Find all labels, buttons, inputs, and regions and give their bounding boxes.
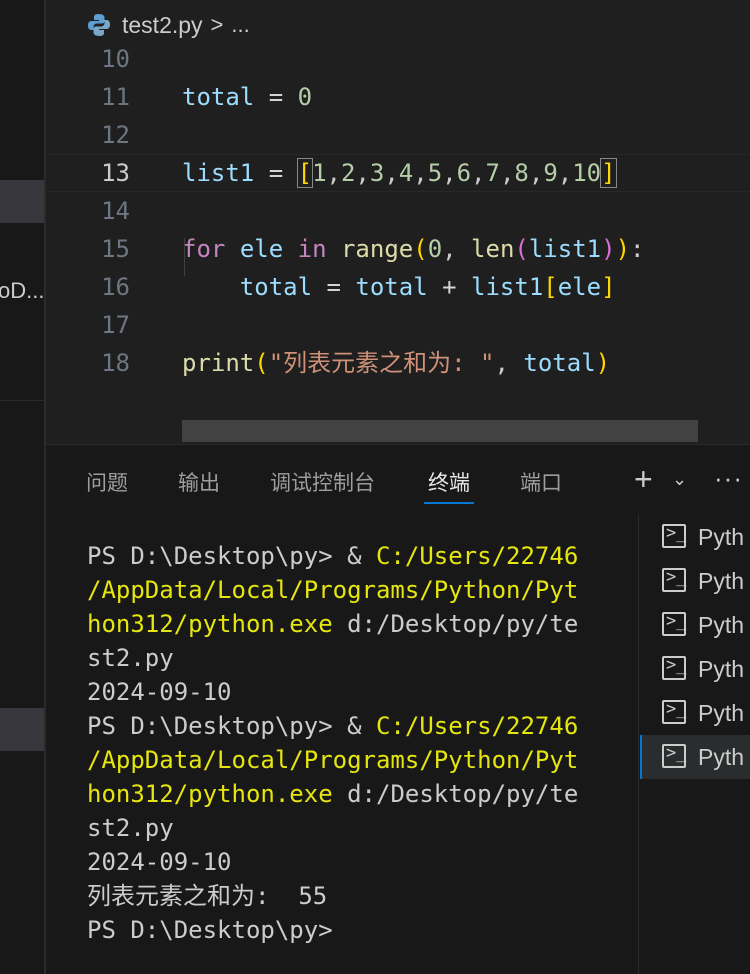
code-line-current[interactable]: 13 list1 = [1,2,3,4,5,6,7,8,9,10] (46, 154, 750, 192)
explorer-selected-item-2[interactable] (0, 708, 44, 751)
code-text: list1 = [1,2,3,4,5,6,7,8,9,10] (182, 158, 617, 188)
more-actions-icon[interactable]: ··· (714, 463, 743, 494)
terminal-line: 列表元素之和为: 55 (87, 882, 328, 910)
terminal-instance-label: Pyth (698, 612, 745, 638)
code-editor[interactable]: 10 11 total = 0 12 13 list1 = [1,2,3,4,5… (46, 44, 750, 444)
line-number: 16 (101, 273, 130, 301)
line-number: 17 (101, 311, 130, 339)
explorer-strip: oD... (0, 0, 44, 974)
python-file-icon (88, 14, 110, 36)
breadcrumb-separator: > (210, 12, 224, 37)
terminal-instance[interactable]: >_ Pyth (640, 603, 750, 647)
line-number: 14 (101, 197, 130, 225)
terminal-icon: >_ (662, 523, 686, 548)
tab-output[interactable]: 输出 (178, 467, 220, 497)
terminal-line: hon312/python.exe d:/Desktop/py/te (87, 610, 579, 638)
tab-terminal[interactable]: 终端 (428, 467, 470, 497)
line-number: 18 (101, 349, 130, 377)
code-line[interactable]: 10 (46, 40, 750, 78)
terminal-line: /AppData/Local/Programs/Python/Pyt (87, 746, 579, 774)
terminal-line: st2.py (87, 644, 174, 672)
terminal-icon: >_ (662, 743, 686, 768)
terminal-instance-active[interactable]: >_ Pyth (640, 735, 750, 779)
tab-problems[interactable]: 问题 (86, 467, 128, 497)
terminal-instance-label: Pyth (698, 568, 745, 594)
horizontal-scrollbar[interactable] (182, 420, 698, 442)
terminal-line: 2024-09-10 (87, 678, 232, 706)
terminal-icon: >_ (662, 699, 686, 724)
terminal-line: PS D:\Desktop\py> & C:/Users/22746 (87, 712, 579, 740)
terminal-output[interactable]: PS D:\Desktop\py> & C:/Users/22746 /AppD… (87, 539, 637, 947)
terminal-instance-list: >_ Pyth >_ Pyth >_ Pyth >_ Pyth >_ Pyth … (640, 515, 750, 974)
code-text: total = total + list1[ele] (239, 273, 616, 301)
terminal-instance[interactable]: >_ Pyth (640, 691, 750, 735)
terminal-line: st2.py (87, 814, 174, 842)
panel-tabs: 问题 输出 调试控制台 终端 端口 + ⌄ ··· (46, 445, 750, 517)
terminal-icon: >_ (662, 611, 686, 636)
terminal-instance-label: Pyth (698, 700, 745, 726)
terminal-prompt: PS D:\Desktop\py> (87, 916, 333, 944)
explorer-divider (0, 400, 44, 401)
terminal-instance[interactable]: >_ Pyth (640, 647, 750, 691)
code-line[interactable]: 16 total = total + list1[ele] (46, 268, 750, 306)
terminal-instance-label: Pyth (698, 524, 745, 550)
terminal-line: 2024-09-10 (87, 848, 232, 876)
tab-ports[interactable]: 端口 (520, 467, 562, 497)
code-text: for ele in range(0, len(list1)): (182, 235, 645, 263)
line-number: 12 (101, 121, 130, 149)
terminal-instance[interactable]: >_ Pyth (640, 515, 750, 559)
line-number: 10 (101, 45, 130, 73)
line-number: 13 (101, 159, 130, 187)
breadcrumb-more[interactable]: ... (231, 12, 249, 38)
code-line[interactable]: 17 (46, 306, 750, 344)
breadcrumb-file[interactable]: test2.py (122, 12, 203, 39)
terminal-icon: >_ (662, 655, 686, 680)
tab-debug-console[interactable]: 调试控制台 (270, 467, 375, 497)
terminal-line: PS D:\Desktop\py> & C:/Users/22746 (87, 542, 579, 570)
line-number: 11 (101, 83, 130, 111)
code-line[interactable]: 14 (46, 192, 750, 230)
code-text: total = 0 (182, 83, 313, 111)
active-tab-indicator (424, 502, 474, 504)
code-line[interactable]: 15 for ele in range(0, len(list1)): (46, 230, 750, 268)
terminal-instance-label: Pyth (698, 656, 745, 682)
new-terminal-plus-icon[interactable]: + (634, 461, 653, 498)
line-number: 15 (101, 235, 130, 263)
terminal-instance-label: Pyth (698, 744, 745, 770)
terminal-instance[interactable]: >_ Pyth (640, 559, 750, 603)
terminal-list-divider[interactable] (638, 515, 639, 974)
code-line[interactable]: 18 print("列表元素之和为: ", total) (46, 344, 750, 382)
terminal-icon: >_ (662, 567, 686, 592)
chevron-down-icon[interactable]: ⌄ (672, 469, 687, 490)
explorer-truncated-label[interactable]: oD... (0, 278, 44, 304)
terminal-line: /AppData/Local/Programs/Python/Pyt (87, 576, 579, 604)
bottom-panel: 问题 输出 调试控制台 终端 端口 + ⌄ ··· PS D:\Desktop\… (46, 445, 750, 974)
code-line[interactable]: 12 (46, 116, 750, 154)
code-line[interactable]: 11 total = 0 (46, 78, 750, 116)
terminal-line: hon312/python.exe d:/Desktop/py/te (87, 780, 579, 808)
explorer-selected-item[interactable] (0, 180, 44, 223)
code-text: print("列表元素之和为: ", total) (182, 349, 611, 377)
